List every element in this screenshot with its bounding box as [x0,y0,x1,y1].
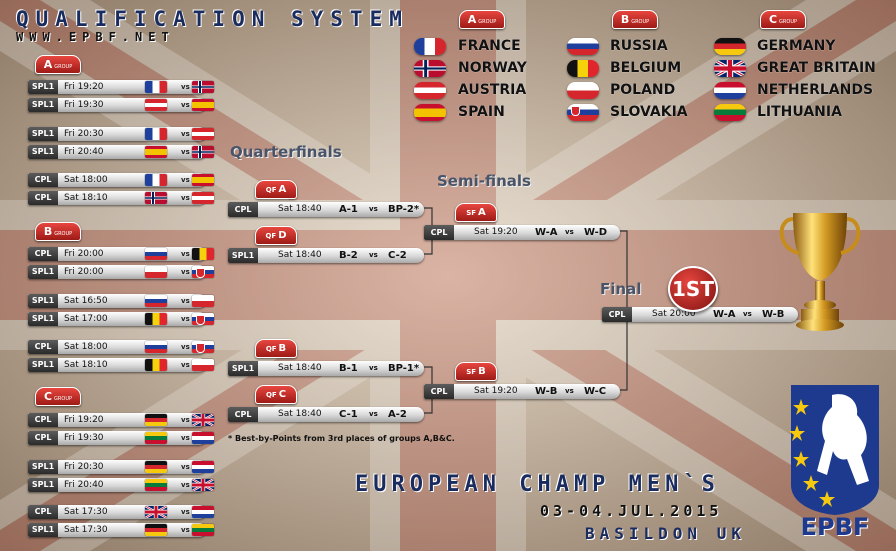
round-prefix: SF [466,209,477,217]
tv-channel: CPL [228,202,258,217]
vs-label: vs [369,410,378,418]
vs-label: vs [369,251,378,259]
semifinals-heading: Semi-finals [437,172,531,190]
qf-c-badge: QF C [255,385,297,404]
tv-channel: CPL [602,307,632,322]
slot-b: W-D [584,227,608,238]
qf-a-badge: QF A [255,180,297,199]
quarterfinal-match-row[interactable]: SPL1 Sat 18:40 B-2 vs C-2 [228,248,424,263]
round-letter: A [278,184,287,195]
match-time: Sat 18:40 [278,204,322,214]
match-time: Sat 18:40 [278,250,322,260]
semifinal-match-row[interactable]: CPL Sat 19:20 W-A vs W-D [424,225,620,240]
round-prefix: SF [466,368,477,376]
tv-channel: SPL1 [228,361,258,376]
match-time: Sat 18:40 [278,363,322,373]
slot-b: BP-1* [388,363,420,374]
vs-label: vs [565,387,574,395]
best-by-points-note: * Best-by-Points from 3rd places of grou… [228,434,455,443]
tv-channel: CPL [228,407,258,422]
slot-a: C-1 [339,409,358,420]
slot-b: BP-2* [388,204,420,215]
final-first-place-badge: 1ST [668,266,718,312]
round-prefix: QF [265,186,277,194]
slot-b: A-2 [388,409,407,420]
vs-label: vs [565,228,574,236]
round-prefix: QF [265,232,277,240]
quarterfinal-match-row[interactable]: CPL Sat 18:40 A-1 vs BP-2* [228,202,424,217]
qf-b-badge: QF B [255,339,297,358]
vs-label: vs [369,364,378,372]
event-title: EUROPEAN CHAMP MEN`S [355,472,720,497]
vs-label: vs [369,205,378,213]
sf-a-badge: SF A [455,203,497,222]
tv-channel: CPL [424,384,454,399]
event-dates: 03-04.JUL.2015 [540,502,723,520]
semifinal-match-row[interactable]: CPL Sat 19:20 W-B vs W-C [424,384,620,399]
match-time: Sat 19:20 [474,386,518,396]
qf-d-badge: QF D [255,226,297,245]
slot-a: W-A [713,309,736,320]
epbf-emblem-icon [789,385,879,515]
slot-b: C-2 [388,250,407,261]
round-letter: B [278,343,287,354]
trophy-icon [779,213,861,331]
tv-channel: CPL [424,225,454,240]
round-letter: C [278,389,287,400]
tv-channel: SPL1 [228,248,258,263]
bracket-lines [424,207,628,414]
round-letter: D [278,230,287,241]
round-prefix: QF [265,345,277,353]
slot-a: W-A [535,227,558,238]
final-heading: Final [600,280,642,298]
vs-label: vs [743,310,752,318]
epbf-logo-text: EPBF [800,513,870,541]
slot-a: A-1 [339,204,358,215]
slot-a: B-1 [339,363,358,374]
quarterfinal-match-row[interactable]: SPL1 Sat 18:40 B-1 vs BP-1* [228,361,424,376]
slot-b: W-C [584,386,607,397]
slot-a: W-B [535,386,558,397]
sf-b-badge: SF B [455,362,497,381]
round-letter: B [478,366,486,377]
event-location: BASILDON UK [585,524,746,543]
quarterfinal-match-row[interactable]: CPL Sat 18:40 C-1 vs A-2 [228,407,424,422]
match-time: Sat 19:20 [474,227,518,237]
round-letter: A [478,207,486,218]
quarterfinals-heading: Quarterfinals [230,143,342,161]
slot-a: B-2 [339,250,358,261]
round-prefix: QF [265,391,277,399]
match-time: Sat 18:40 [278,409,322,419]
epbf-logo[interactable]: EPBF [787,385,883,545]
